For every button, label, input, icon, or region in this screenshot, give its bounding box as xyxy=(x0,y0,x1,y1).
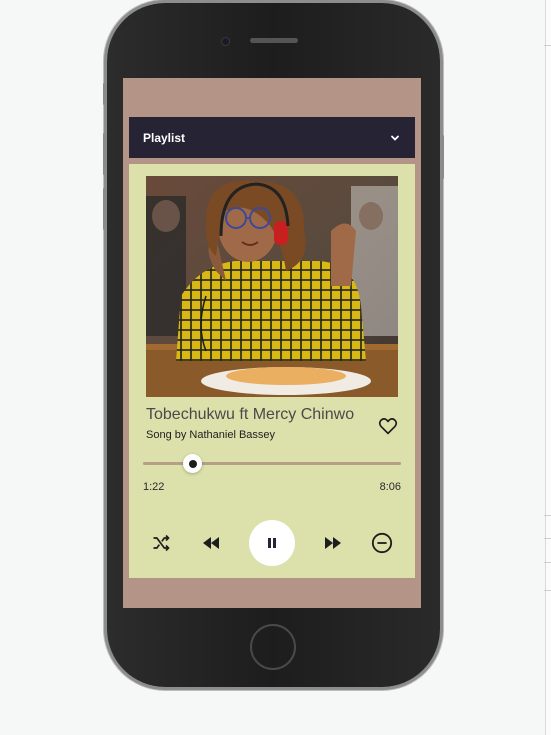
rewind-icon[interactable] xyxy=(202,534,220,552)
chevron-down-icon[interactable] xyxy=(389,132,401,144)
pause-button[interactable] xyxy=(249,520,295,566)
volume-down-button xyxy=(103,188,106,230)
total-time: 8:06 xyxy=(379,481,401,493)
earpiece-speaker xyxy=(250,38,298,43)
front-camera xyxy=(221,37,230,46)
song-artist: Song by Nathaniel Bassey xyxy=(146,429,276,441)
background-divider xyxy=(544,515,551,516)
background-divider xyxy=(544,562,551,563)
volume-up-button xyxy=(103,133,106,175)
playlist-header[interactable]: Playlist xyxy=(129,117,415,158)
background-window-edge xyxy=(545,0,551,735)
player-card: Tobechukwu ft Mercy Chinwo Song by Natha… xyxy=(129,164,415,578)
background-divider xyxy=(544,45,551,46)
heart-outline-icon[interactable] xyxy=(378,417,398,435)
background-divider xyxy=(544,590,551,591)
progress-thumb-dot xyxy=(188,459,197,468)
progress-track[interactable] xyxy=(143,462,401,465)
progress-thumb[interactable] xyxy=(183,454,202,473)
current-time: 1:22 xyxy=(143,481,165,493)
mute-switch xyxy=(103,83,106,105)
app-screen: Playlist Tobechukwu ft Mercy Chinwo Song… xyxy=(123,78,421,608)
fast-forward-icon[interactable] xyxy=(324,534,342,552)
shuffle-icon[interactable] xyxy=(150,532,172,554)
remove-circle-icon[interactable] xyxy=(371,532,393,554)
home-button[interactable] xyxy=(250,624,296,670)
playlist-title: Playlist xyxy=(143,130,186,145)
background-divider xyxy=(544,538,551,539)
song-title: Tobechukwu ft Mercy Chinwo xyxy=(146,406,355,423)
power-button xyxy=(441,135,444,179)
album-cover-photo xyxy=(146,176,398,397)
pause-icon xyxy=(268,538,276,548)
